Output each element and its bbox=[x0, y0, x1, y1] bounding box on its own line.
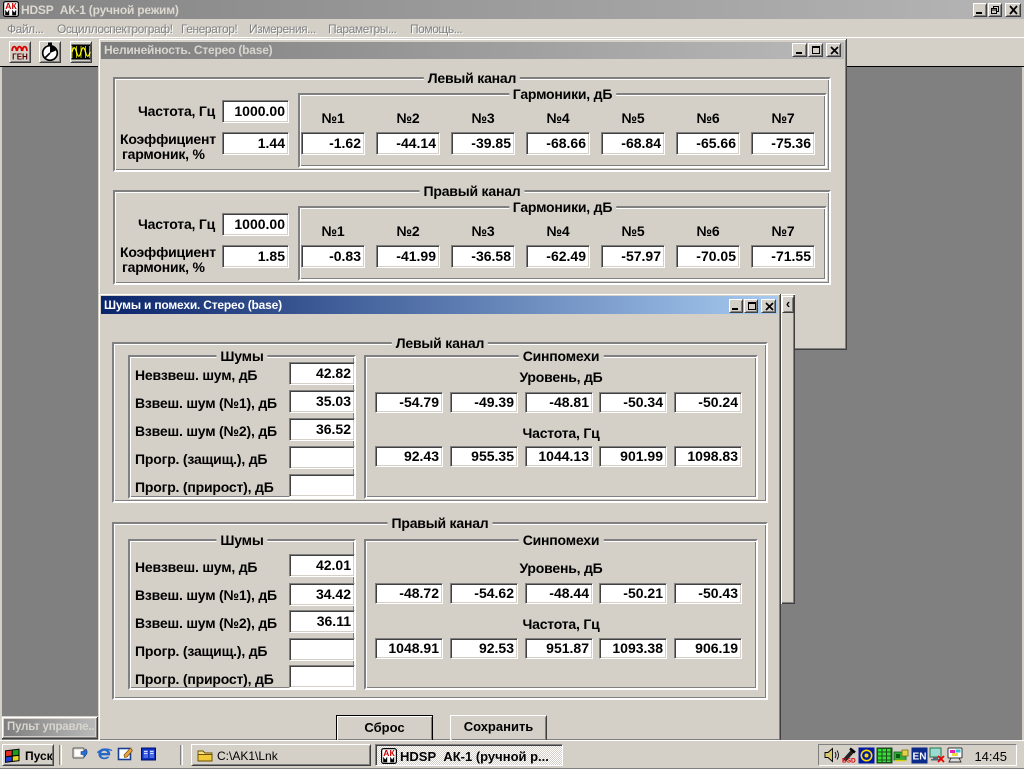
svg-text:ГЕН: ГЕН bbox=[12, 53, 28, 62]
svg-text:АК: АК bbox=[5, 1, 17, 11]
svg-text:BSD: BSD bbox=[842, 758, 856, 764]
svg-text:АК: АК bbox=[383, 748, 395, 758]
svg-text:EN: EN bbox=[913, 752, 927, 763]
